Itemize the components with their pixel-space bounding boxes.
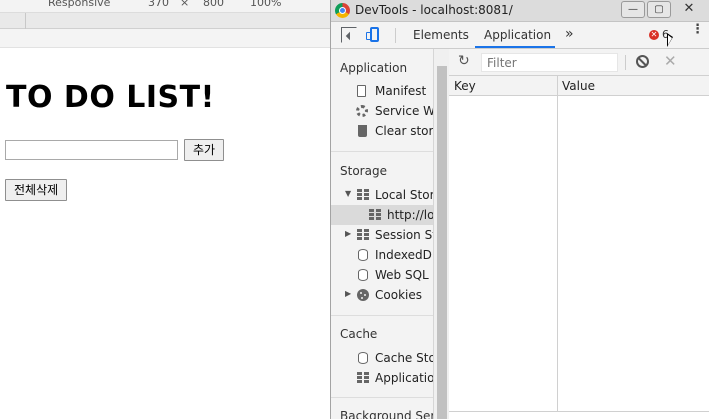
trash-icon xyxy=(358,125,367,137)
window-title: DevTools - localhost:8081/ xyxy=(355,3,513,17)
refresh-icon[interactable]: ↻ xyxy=(458,54,472,68)
sidebar-item-label: Clear storage xyxy=(375,124,433,138)
more-tabs-chevron-icon[interactable]: » xyxy=(565,26,574,42)
sidebar-scrollbar[interactable] xyxy=(433,49,449,419)
sidebar-divider xyxy=(331,315,433,316)
grid-icon xyxy=(357,229,369,241)
sidebar-item-clear-storage[interactable]: Clear storage xyxy=(331,121,433,141)
active-tab-indicator xyxy=(475,46,555,48)
application-sidebar: Application Manifest Service Workers Cle… xyxy=(331,49,433,419)
sidebar-divider xyxy=(331,151,433,152)
sidebar-item-web-sql[interactable]: Web SQL xyxy=(331,265,433,285)
gear-icon xyxy=(356,105,368,117)
sidebar-item-label: Cache Storage xyxy=(375,351,433,365)
sidebar-item-application-cache[interactable]: Application Cache xyxy=(331,368,433,388)
clear-all-icon[interactable] xyxy=(636,55,649,68)
app-viewport: Responsive 370 × 800 100% TO DO LIST! 추가… xyxy=(0,0,330,419)
close-window-button[interactable]: ✕ xyxy=(677,1,701,18)
sidebar-item-indexeddb[interactable]: IndexedDB xyxy=(331,245,433,265)
devtools-window: DevTools - localhost:8081/ — ▢ ✕ Element… xyxy=(330,0,709,419)
sidebar-item-label: Application Cache xyxy=(375,371,433,385)
sidebar-item-service-workers[interactable]: Service Workers xyxy=(331,101,433,121)
device-mode-select[interactable]: Responsive xyxy=(48,0,110,9)
dimension-separator: × xyxy=(180,0,190,9)
storage-table-header: Key Value xyxy=(449,76,709,96)
column-divider[interactable] xyxy=(557,76,558,412)
sidebar-item-local-storage[interactable]: ▼ Local Storage xyxy=(331,185,433,205)
expanded-arrow-icon[interactable]: ▼ xyxy=(345,189,351,198)
ruler-divider xyxy=(25,13,26,29)
minimize-button[interactable]: — xyxy=(621,1,645,18)
scrollbar-thumb[interactable] xyxy=(437,66,447,419)
window-titlebar[interactable]: DevTools - localhost:8081/ — ▢ ✕ xyxy=(331,0,709,22)
collapsed-arrow-icon[interactable]: ▶ xyxy=(345,289,351,298)
storage-panel: ↻ ✕ Key Value xyxy=(449,49,709,419)
grid-icon xyxy=(357,372,369,384)
devtools-tabbar: Elements Application » ✕ 6 ⋮ xyxy=(331,22,709,49)
todo-input[interactable] xyxy=(5,140,178,160)
zoom-select[interactable]: 100% xyxy=(250,0,281,9)
sidebar-section-application: Application xyxy=(340,61,408,75)
screen: Responsive 370 × 800 100% TO DO LIST! 추가… xyxy=(0,0,709,419)
error-icon[interactable]: ✕ xyxy=(649,30,659,40)
maximize-button[interactable]: ▢ xyxy=(647,1,671,18)
sidebar-item-label: Local Storage xyxy=(375,188,433,202)
storage-toolbar: ↻ ✕ xyxy=(449,49,709,76)
column-header-value[interactable]: Value xyxy=(562,79,595,93)
sidebar-section-cache: Cache xyxy=(340,327,378,341)
tab-elements[interactable]: Elements xyxy=(413,28,469,42)
sidebar-item-label: Manifest xyxy=(375,84,427,98)
sidebar-section-storage: Storage xyxy=(340,164,387,178)
page-title: TO DO LIST! xyxy=(6,80,215,115)
column-header-key[interactable]: Key xyxy=(454,79,476,93)
device-toolbar-icon[interactable] xyxy=(366,27,383,43)
more-options-icon[interactable]: ⋮ xyxy=(691,23,704,36)
inspect-element-icon[interactable] xyxy=(341,27,357,43)
grid-icon xyxy=(357,189,369,201)
sidebar-item-localhost-origin[interactable]: http://localhost:8081 xyxy=(331,205,433,225)
media-query-bar[interactable] xyxy=(0,13,330,29)
clear-all-button[interactable]: 전체삭제 xyxy=(5,179,68,201)
sidebar-item-manifest[interactable]: Manifest xyxy=(331,81,433,101)
device-width-field[interactable]: 370 xyxy=(148,0,169,9)
toolbar-divider xyxy=(625,55,626,70)
database-icon xyxy=(358,352,368,364)
ruler-bar xyxy=(0,29,330,48)
sidebar-item-label: Cookies xyxy=(375,288,422,302)
database-icon xyxy=(358,269,368,281)
file-icon xyxy=(357,85,366,97)
device-toolbar: Responsive 370 × 800 100% xyxy=(0,0,330,13)
toolbar-divider xyxy=(395,28,396,43)
sidebar-section-background-services: Background Services xyxy=(340,409,433,419)
sidebar-item-cache-storage[interactable]: Cache Storage xyxy=(331,348,433,368)
sidebar-item-label: IndexedDB xyxy=(375,248,433,262)
add-button[interactable]: 추가 xyxy=(184,139,225,161)
sidebar-divider xyxy=(331,397,433,398)
device-height-field[interactable]: 800 xyxy=(203,0,224,9)
sidebar-item-label: Web SQL xyxy=(375,268,429,282)
chrome-logo-icon xyxy=(335,3,350,18)
collapsed-arrow-icon[interactable]: ▶ xyxy=(345,229,351,238)
mouse-cursor-icon xyxy=(667,33,673,47)
sidebar-item-label: http://localhost:8081 xyxy=(387,208,433,222)
tab-application[interactable]: Application xyxy=(484,28,551,42)
delete-selected-icon[interactable]: ✕ xyxy=(664,52,677,70)
storage-table-bottom-border xyxy=(449,411,709,412)
cookie-icon xyxy=(357,289,369,301)
sidebar-item-label: Service Workers xyxy=(375,104,433,118)
sidebar-item-cookies[interactable]: ▶ Cookies xyxy=(331,285,433,305)
database-icon xyxy=(358,249,368,261)
sidebar-item-session-storage[interactable]: ▶ Session Storage xyxy=(331,225,433,245)
filter-input[interactable] xyxy=(481,53,618,72)
sidebar-item-label: Session Storage xyxy=(375,228,433,242)
grid-icon xyxy=(369,209,381,221)
